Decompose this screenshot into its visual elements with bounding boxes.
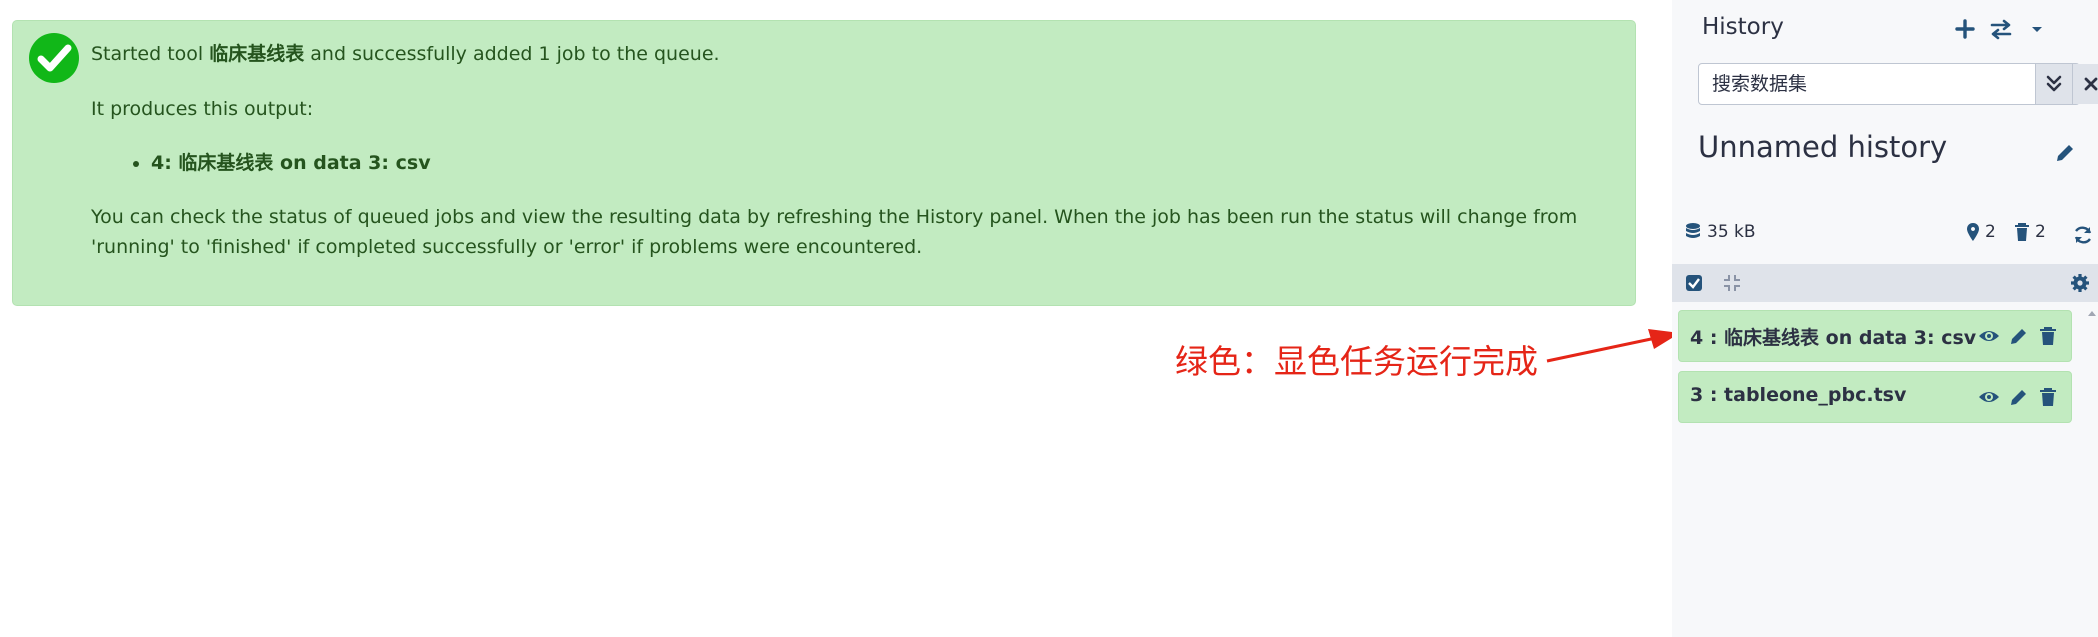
collapse-icon[interactable]: [1722, 273, 1742, 293]
trash-icon[interactable]: [2037, 325, 2059, 347]
dataset-title[interactable]: 4 : 临床基线表 on data 3: csv: [1690, 323, 1976, 350]
scroll-up-arrow[interactable]: [2086, 308, 2098, 318]
history-panel-title: History: [1702, 14, 1784, 40]
search-datasets-input[interactable]: [1700, 65, 2010, 103]
switch-history-icon[interactable]: [1986, 14, 2016, 44]
shown-count-label: 2: [1985, 222, 1996, 242]
annotation-arrow: [1546, 329, 1680, 363]
annotation-text: 绿色：显色任务运行完成: [1175, 342, 1538, 381]
history-size-label: 35 kB: [1707, 222, 1756, 242]
plus-icon[interactable]: [1950, 14, 1980, 44]
map-marker-icon: [1967, 223, 1979, 241]
deleted-count-label: 2: [2035, 222, 2046, 242]
database-icon: [1686, 223, 1700, 238]
pencil-icon[interactable]: [2008, 325, 2030, 347]
eye-icon[interactable]: [1978, 386, 2000, 408]
pencil-icon[interactable]: [2008, 386, 2030, 408]
output-list: 4: 临床基线表 on data 3: csv: [129, 148, 431, 178]
history-name: Unnamed history: [1698, 130, 1948, 164]
tool-name: 临床基线表: [209, 43, 305, 65]
dataset-title[interactable]: 3 : tableone_pbc.tsv: [1690, 384, 1906, 406]
trash-icon[interactable]: [2037, 386, 2059, 408]
double-chevron-down-icon: [2046, 75, 2062, 92]
success-message: Started tool 临床基线表 and successfully adde…: [12, 20, 1636, 306]
pencil-icon[interactable]: [2052, 140, 2078, 166]
caret-down-icon[interactable]: [2022, 14, 2052, 44]
message-produces-line: It produces this output:: [91, 98, 314, 120]
clear-search-button[interactable]: [2072, 64, 2098, 104]
dataset-item[interactable]: 3 : tableone_pbc.tsv: [1678, 371, 2072, 423]
gear-icon[interactable]: [2070, 273, 2090, 293]
close-icon: [2084, 77, 2098, 91]
trash-icon: [2015, 223, 2029, 241]
output-item: 4: 临床基线表 on data 3: csv: [151, 148, 431, 178]
history-toolbar: [1672, 264, 2098, 302]
select-all-checkbox-icon[interactable]: [1684, 273, 1704, 293]
dataset-item[interactable]: 4 : 临床基线表 on data 3: csv: [1678, 310, 2072, 362]
deleted-count[interactable]: 2: [2014, 222, 2046, 242]
history-panel: History Unnamed history 35 kB: [1672, 0, 2098, 637]
shown-count[interactable]: 2: [1966, 222, 1996, 242]
history-size[interactable]: 35 kB: [1684, 222, 1756, 242]
search-datasets-box: [1698, 63, 2098, 105]
refresh-icon[interactable]: [2072, 224, 2094, 246]
message-started-line: Started tool 临床基线表 and successfully adde…: [91, 43, 720, 65]
check-circle-icon: [29, 33, 79, 83]
message-detail: You can check the status of queued jobs …: [91, 206, 1578, 258]
advanced-search-button[interactable]: [2035, 64, 2072, 104]
eye-icon[interactable]: [1978, 325, 2000, 347]
